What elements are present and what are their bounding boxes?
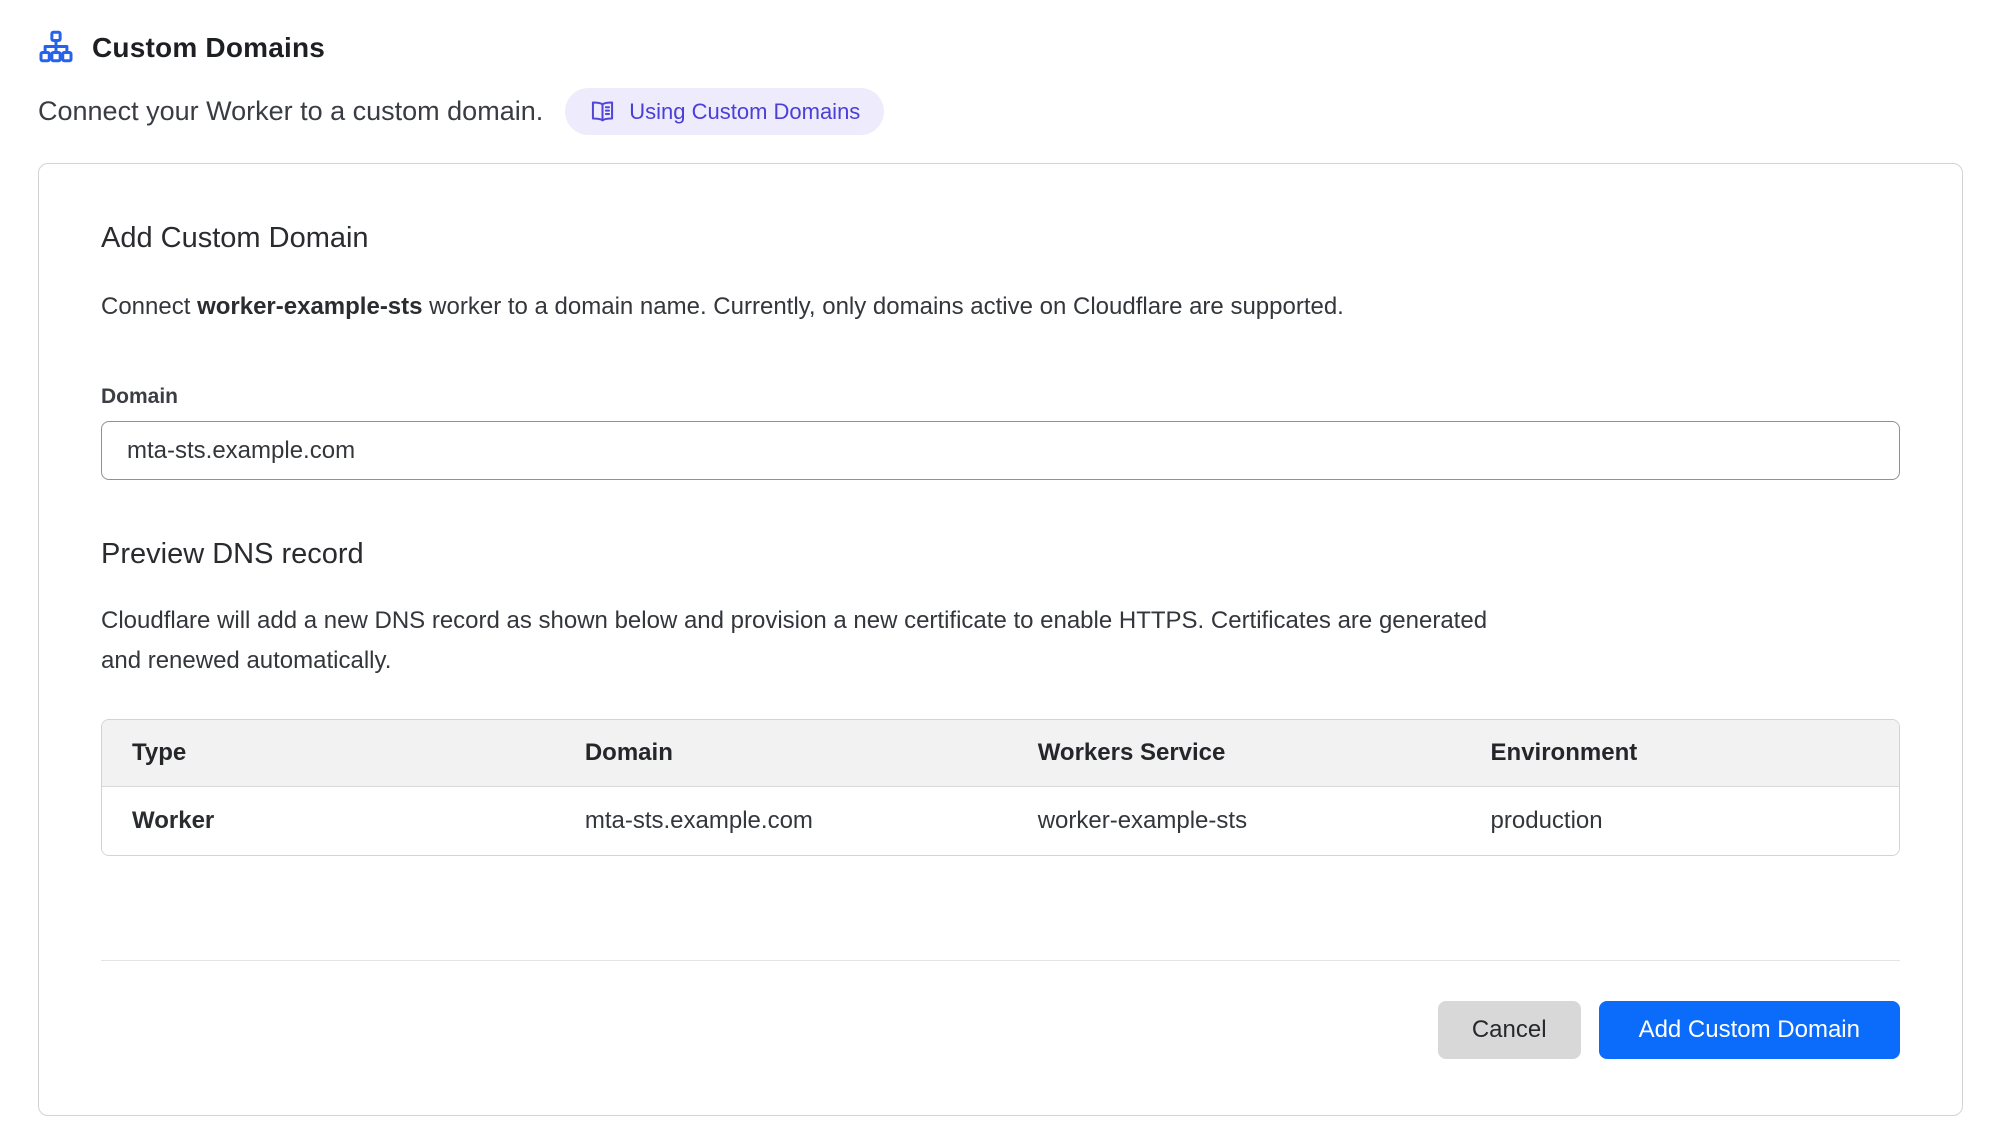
- custom-domains-page: Custom Domains Connect your Worker to a …: [0, 0, 1999, 1116]
- column-header-environment: Environment: [1461, 720, 1899, 786]
- table-row: Worker mta-sts.example.com worker-exampl…: [102, 786, 1899, 855]
- using-custom-domains-link[interactable]: Using Custom Domains: [565, 88, 884, 135]
- book-open-icon: [589, 98, 616, 125]
- domain-field-label: Domain: [101, 385, 1900, 409]
- dns-record-table: Type Domain Workers Service Environment …: [101, 719, 1900, 856]
- add-custom-domain-button[interactable]: Add Custom Domain: [1599, 1001, 1900, 1059]
- intro-prefix: Connect: [101, 293, 197, 320]
- footer-divider: [101, 960, 1900, 961]
- page-header: Custom Domains: [38, 30, 1963, 66]
- card-heading: Add Custom Domain: [101, 222, 1900, 255]
- add-custom-domain-card: Add Custom Domain Connect worker-example…: [38, 163, 1963, 1116]
- intro-suffix: worker to a domain name. Currently, only…: [423, 293, 1344, 320]
- table-header-row: Type Domain Workers Service Environment: [102, 720, 1899, 786]
- preview-dns-description: Cloudflare will add a new DNS record as …: [101, 601, 1531, 681]
- page-subtitle: Connect your Worker to a custom domain.: [38, 96, 543, 127]
- card-actions: Cancel Add Custom Domain: [101, 1001, 1900, 1059]
- page-title: Custom Domains: [92, 32, 325, 64]
- worker-name: worker-example-sts: [197, 293, 422, 320]
- page-subtitle-row: Connect your Worker to a custom domain. …: [38, 88, 1963, 135]
- sitemap-icon: [38, 30, 74, 66]
- card-intro-text: Connect worker-example-sts worker to a d…: [101, 287, 1900, 327]
- cell-domain: mta-sts.example.com: [555, 786, 1008, 855]
- cell-workers-service: worker-example-sts: [1008, 786, 1461, 855]
- column-header-workers-service: Workers Service: [1008, 720, 1461, 786]
- column-header-domain: Domain: [555, 720, 1008, 786]
- cell-environment: production: [1461, 786, 1899, 855]
- cancel-button[interactable]: Cancel: [1438, 1001, 1581, 1059]
- docs-link-label: Using Custom Domains: [629, 101, 860, 123]
- preview-dns-heading: Preview DNS record: [101, 538, 1900, 571]
- cell-type: Worker: [102, 786, 555, 855]
- column-header-type: Type: [102, 720, 555, 786]
- domain-input[interactable]: [101, 421, 1900, 480]
